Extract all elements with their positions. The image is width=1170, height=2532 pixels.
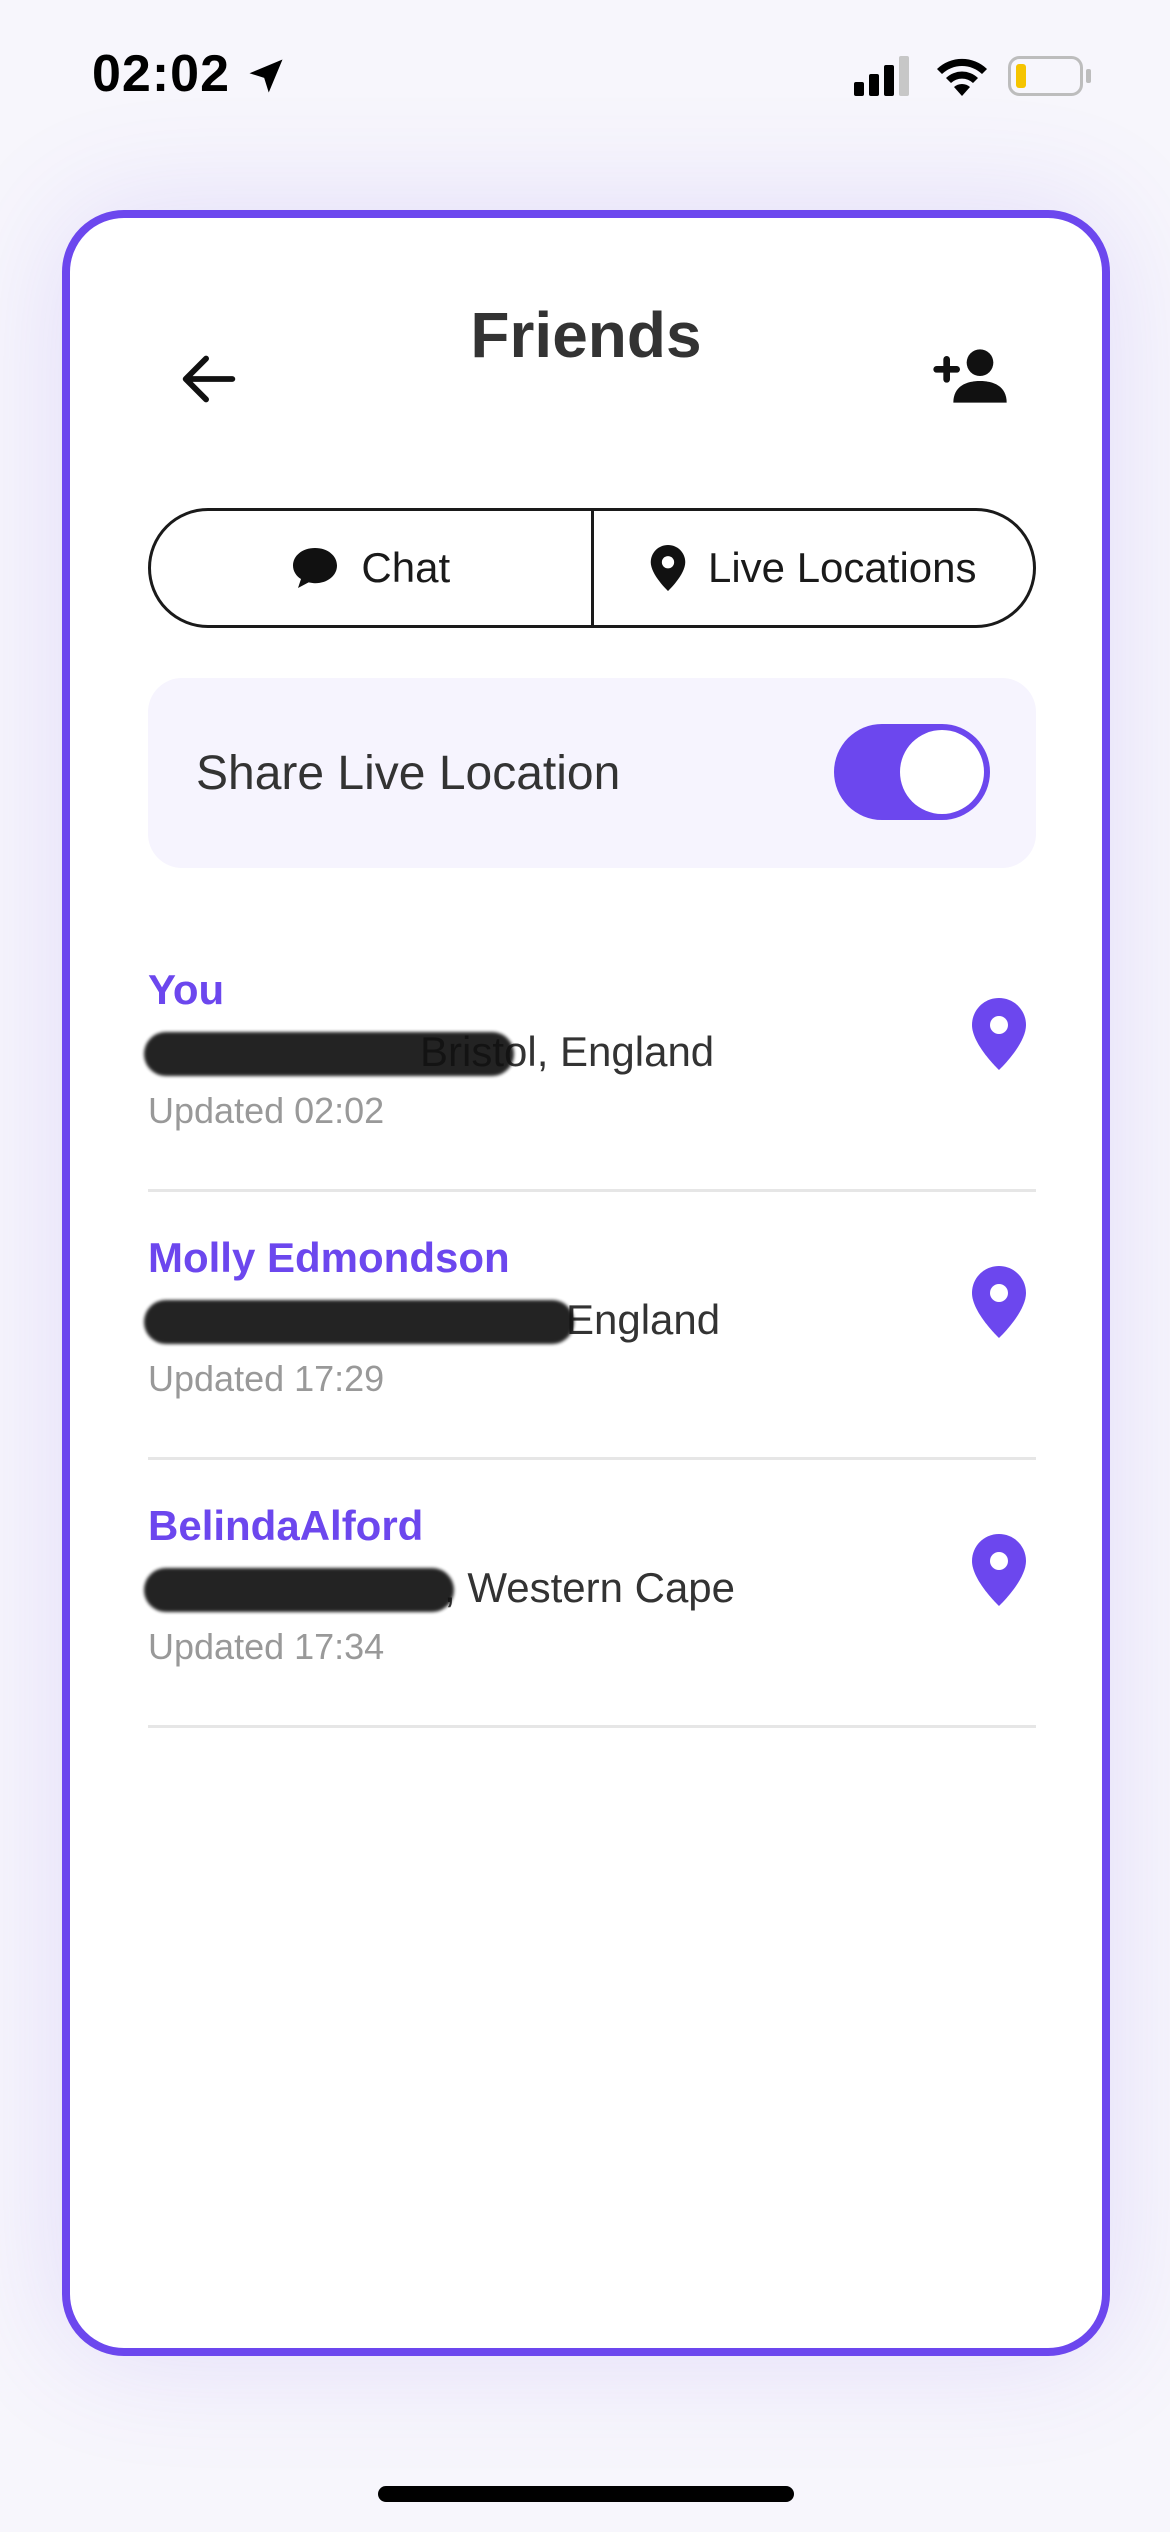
friend-address: England [144,1296,720,1344]
status-time: 02:02 [92,45,230,103]
friend-name: BelindaAlford [148,1502,424,1549]
map-pin-icon[interactable] [972,1534,1026,1606]
friend-row[interactable]: BelindaAlford , Western Cape Updated 17:… [144,1460,1036,1728]
battery-icon [1008,56,1091,96]
friend-name: Molly Edmondson [148,1234,510,1281]
map-pin-icon [650,545,686,591]
address-redaction [144,1032,514,1076]
location-arrow-icon [249,59,283,93]
status-bar: 02:02 [0,0,1170,150]
friend-name: You [148,966,225,1013]
share-location-label: Share Live Location [196,747,621,800]
view-switcher: Chat Live Locations [148,508,1036,628]
tab-chat[interactable]: Chat [151,511,591,625]
address-redaction [144,1300,574,1344]
friend-updated: Updated 02:02 [148,1090,385,1131]
chat-bubble-icon [293,548,338,588]
map-pin-icon[interactable] [972,998,1026,1070]
tab-chat-label: Chat [361,544,451,591]
add-friend-icon[interactable] [930,336,1010,416]
wifi-icon [937,58,987,96]
address-redaction [144,1568,454,1612]
share-location-panel: Share Live Location [148,678,1036,868]
friends-card: Friends Chat Live Locations Share Live L… [62,210,1110,2356]
share-location-toggle[interactable] [834,724,990,820]
toggle-knob [900,730,984,814]
friend-updated: Updated 17:29 [148,1358,385,1399]
friend-row[interactable]: Molly Edmondson England Updated 17:29 [144,1192,1036,1460]
map-pin-icon[interactable] [972,1266,1026,1338]
friend-address: Bristol, England [144,1028,714,1076]
tab-live-locations-label: Live Locations [707,544,977,591]
friend-row[interactable]: You Bristol, England Updated 02:02 [144,924,1036,1192]
home-indicator[interactable] [378,2486,794,2502]
friend-address: , Western Cape [144,1564,735,1612]
friend-updated: Updated 17:34 [148,1626,385,1667]
tab-live-locations[interactable]: Live Locations [590,511,1034,625]
cellular-signal-icon [854,56,909,96]
